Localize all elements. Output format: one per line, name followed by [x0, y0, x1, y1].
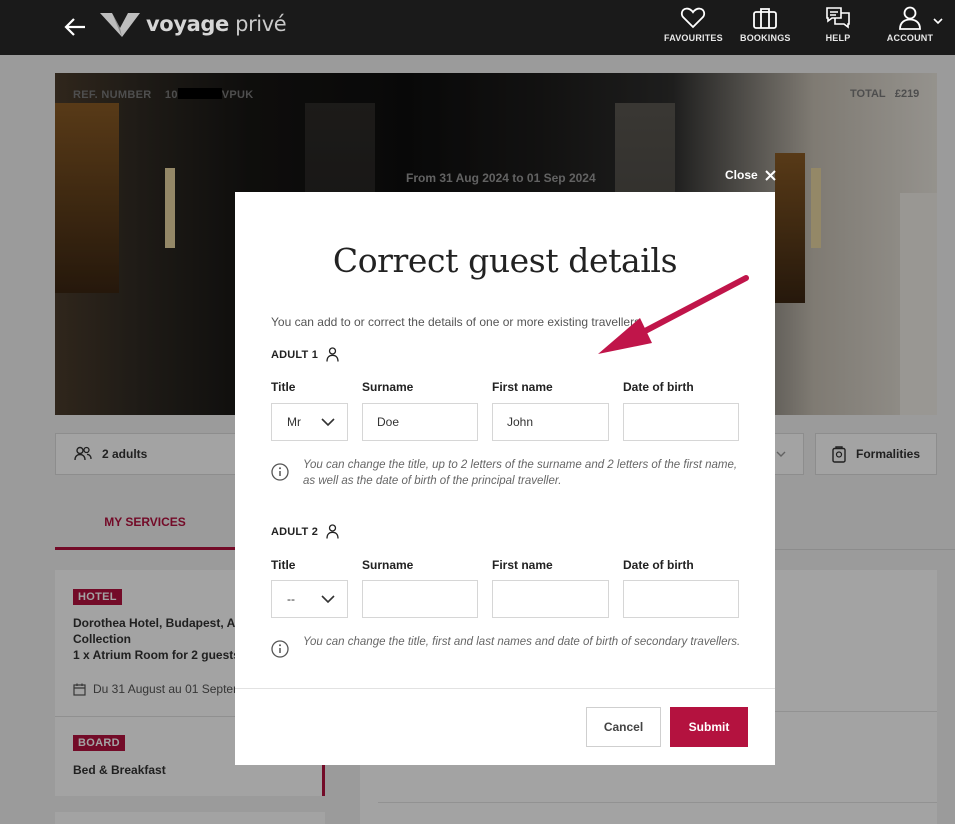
logo-text-bold: voyage [146, 12, 229, 36]
adult-2-dob-label: Date of birth [623, 558, 694, 572]
adult-1-title-value: Mr [287, 415, 301, 429]
nav-favourites-label: FAVOURITES [664, 33, 723, 43]
adult-2-label: ADULT 2 [271, 525, 319, 538]
nav-help-label: HELP [825, 33, 851, 43]
nav-bookings-label: BOOKINGS [740, 33, 791, 43]
nav-favourites[interactable]: FAVOURITES [664, 6, 723, 43]
adult-1-title-select[interactable]: Mr [271, 403, 348, 441]
adult-2-note: You can change the title, first and last… [271, 634, 741, 658]
adult-2-dob-input[interactable] [623, 580, 739, 618]
user-icon [899, 6, 921, 30]
submit-button[interactable]: Submit [670, 707, 748, 747]
logo-v-icon [100, 13, 140, 37]
nav-help[interactable]: HELP [817, 6, 859, 43]
adult-2-note-text: You can change the title, first and last… [303, 636, 741, 648]
adult-1-surname-input[interactable]: Doe [362, 403, 478, 441]
adult-1-dob-input[interactable] [623, 403, 739, 441]
adult-2-title-select[interactable]: -- [271, 580, 348, 618]
back-arrow-icon[interactable] [63, 16, 87, 38]
chevron-down-icon[interactable] [933, 18, 943, 25]
adult-1-label: ADULT 1 [271, 348, 319, 361]
close-icon [764, 169, 776, 181]
adult-2-first-name-input[interactable] [492, 580, 609, 618]
adult-1-first-name-label: First name [492, 380, 553, 394]
adult-1-dob-label: Date of birth [623, 380, 694, 394]
info-icon [271, 640, 289, 658]
logo-text-light: privé [228, 12, 287, 36]
voyage-prive-logo[interactable]: voyage privé [98, 11, 287, 39]
chat-icon [826, 7, 850, 29]
heart-icon [680, 7, 706, 29]
logo-text: voyage privé [146, 12, 287, 36]
correct-guest-details-modal: Correct guest details You can add to or … [235, 192, 775, 765]
person-icon [326, 347, 339, 362]
adult-1-first-name-input[interactable]: John [492, 403, 609, 441]
nav-account-label: ACCOUNT [886, 33, 934, 43]
adult-2-title-label: Title [271, 558, 296, 572]
modal-title: Correct guest details [332, 241, 678, 280]
briefcase-icon [753, 8, 777, 29]
adult-2-title-value: -- [287, 592, 295, 606]
nav-bookings[interactable]: BOOKINGS [740, 6, 790, 43]
chevron-down-icon [321, 595, 335, 604]
close-button[interactable]: Close [725, 168, 776, 182]
adult-1-note: You can change the title, up to 2 letter… [271, 457, 741, 489]
adult-2-heading: ADULT 2 [271, 524, 339, 539]
adult-2-surname-label: Surname [362, 558, 414, 572]
top-navigation-bar: voyage privé FAVOURITES BOOKINGS HELP AC… [0, 0, 955, 55]
adult-2-surname-input[interactable] [362, 580, 478, 618]
info-icon [271, 463, 289, 481]
close-label: Close [725, 168, 758, 182]
adult-2-first-name-label: First name [492, 558, 553, 572]
modal-footer-divider [235, 688, 775, 689]
adult-1-note-text: You can change the title, up to 2 letter… [303, 459, 738, 487]
nav-account[interactable]: ACCOUNT [886, 6, 934, 43]
adult-1-surname-label: Surname [362, 380, 414, 394]
person-icon [326, 524, 339, 539]
adult-1-heading: ADULT 1 [271, 347, 339, 362]
cancel-button[interactable]: Cancel [586, 707, 661, 747]
adult-1-title-label: Title [271, 380, 296, 394]
modal-intro-text: You can add to or correct the details of… [271, 315, 644, 329]
chevron-down-icon [321, 418, 335, 427]
